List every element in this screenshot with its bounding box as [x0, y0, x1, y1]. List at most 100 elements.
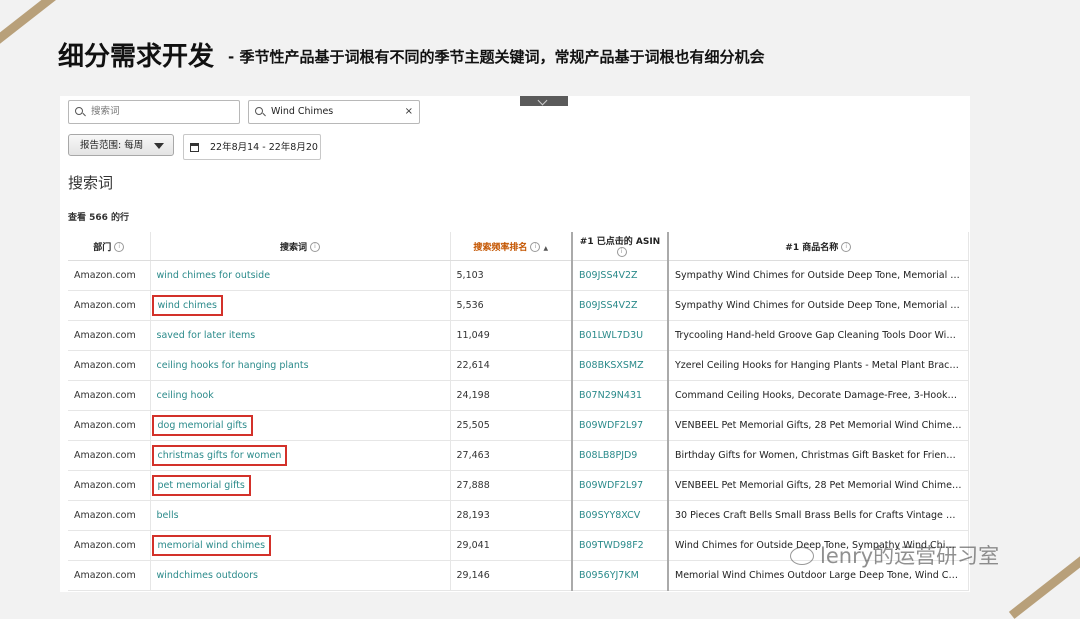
department-cell: Amazon.com: [68, 260, 151, 291]
report-range-label: 报告范围: 每周: [80, 140, 144, 151]
asin-link[interactable]: B07N29N431: [571, 380, 669, 411]
clear-icon[interactable]: ×: [405, 101, 413, 123]
report-range-dropdown[interactable]: 报告范围: 每周: [68, 134, 174, 156]
search-term-link[interactable]: christmas gifts for women: [150, 440, 451, 471]
asin-link[interactable]: B08LB8PJD9: [571, 440, 669, 471]
asin-link[interactable]: B09JSS4V2Z: [571, 290, 669, 321]
column-header-top-clicked-asin[interactable]: #1 已点击的 ASIN i: [571, 232, 669, 261]
column-header-search-term[interactable]: 搜索词 i: [150, 232, 451, 261]
search-term-link[interactable]: ceiling hooks for hanging plants: [150, 350, 451, 381]
search-term-link[interactable]: wind chimes: [150, 290, 451, 321]
table-row: Amazon.com dog memorial gifts 25,505 B09WDF…: [68, 410, 969, 441]
info-icon: i: [530, 242, 541, 252]
asin-link[interactable]: B09JSS4V2Z: [571, 260, 669, 291]
table-row: Amazon.com christmas gifts for women 27,46…: [68, 440, 969, 471]
department-cell: Amazon.com: [68, 530, 151, 561]
highlighted-search-term: memorial wind chimes: [151, 535, 272, 556]
search-term-link[interactable]: pet memorial gifts: [150, 470, 451, 501]
section-title: 搜索词: [68, 174, 114, 192]
department-cell: Amazon.com: [68, 290, 151, 321]
frequency-rank-cell: 29,146: [450, 560, 573, 591]
asin-link[interactable]: B09WDF2L97: [571, 410, 669, 441]
search-term-link[interactable]: windchimes outdoors: [150, 560, 451, 591]
asin-link[interactable]: B08BKSXSMZ: [571, 350, 669, 381]
column-header-search-frequency-rank[interactable]: 搜索频率排名 i ▲: [450, 232, 573, 261]
product-title-cell: Command Ceiling Hooks, Decorate Damage-F…: [668, 380, 969, 411]
department-cell: Amazon.com: [68, 560, 151, 591]
info-icon: i: [114, 242, 125, 252]
date-range-value: 22年8月14 - 22年8月20: [210, 142, 318, 153]
collapse-handle[interactable]: [520, 96, 568, 106]
table-header-row: 部门 i 搜索词 i 搜索频率排名 i ▲ #1 已点击的 ASIN i #1 商品名称…: [68, 232, 969, 261]
product-title-cell: VENBEEL Pet Memorial Gifts, 28 Pet Memor…: [668, 410, 969, 441]
frequency-rank-cell: 5,103: [450, 260, 573, 291]
info-icon: i: [841, 242, 852, 252]
highlighted-search-term: christmas gifts for women: [151, 445, 288, 466]
info-icon: i: [310, 242, 320, 252]
search-term-link[interactable]: wind chimes for outside: [150, 260, 451, 291]
frequency-rank-cell: 29,041: [450, 530, 573, 561]
search-term-link[interactable]: ceiling hook: [150, 380, 451, 411]
table-row: Amazon.com wind chimes for outside 5,103 B0…: [68, 260, 969, 291]
keyword-filter-input[interactable]: Wind Chimes ×: [248, 100, 420, 124]
department-cell: Amazon.com: [68, 440, 151, 471]
table-row: Amazon.com saved for later items 11,049 B01…: [68, 320, 969, 351]
product-title-cell: Sympathy Wind Chimes for Outside Deep To…: [668, 260, 969, 291]
frequency-rank-cell: 27,463: [450, 440, 573, 471]
department-cell: Amazon.com: [68, 500, 151, 531]
search-terms-table: 部门 i 搜索词 i 搜索频率排名 i ▲ #1 已点击的 ASIN i #1 商品名称…: [68, 232, 969, 591]
column-header-department[interactable]: 部门 i: [68, 232, 151, 261]
wechat-icon: [790, 547, 814, 565]
asin-link[interactable]: B01LWL7D3U: [571, 320, 669, 351]
highlighted-search-term: pet memorial gifts: [151, 475, 251, 496]
department-cell: Amazon.com: [68, 410, 151, 441]
department-cell: Amazon.com: [68, 320, 151, 351]
calendar-icon: [190, 143, 199, 152]
search-term-link[interactable]: memorial wind chimes: [150, 530, 451, 561]
product-title-cell: Birthday Gifts for Women, Christmas Gift…: [668, 440, 969, 471]
frequency-rank-cell: 22,614: [450, 350, 573, 381]
highlighted-search-term: wind chimes: [151, 295, 223, 316]
date-range-picker[interactable]: 22年8月14 - 22年8月20: [183, 134, 321, 160]
keyword-filter-value: Wind Chimes: [271, 106, 334, 117]
asin-link[interactable]: B09WDF2L97: [571, 470, 669, 501]
row-count: 查看 566 的行: [68, 213, 130, 223]
asin-link[interactable]: B09SYY8XCV: [571, 500, 669, 531]
search-term-input[interactable]: 搜索词: [68, 100, 240, 124]
department-cell: Amazon.com: [68, 380, 151, 411]
department-cell: Amazon.com: [68, 470, 151, 501]
frequency-rank-cell: 24,198: [450, 380, 573, 411]
asin-link[interactable]: B0956YJ7KM: [571, 560, 669, 591]
chevron-down-icon: [154, 143, 164, 149]
department-cell: Amazon.com: [68, 350, 151, 381]
frequency-rank-cell: 25,505: [450, 410, 573, 441]
table-row: Amazon.com wind chimes 5,536 B09JSS4V2Z Symp…: [68, 290, 969, 321]
search-term-link[interactable]: bells: [150, 500, 451, 531]
product-title-cell: VENBEEL Pet Memorial Gifts, 28 Pet Memor…: [668, 470, 969, 501]
frequency-rank-cell: 27,888: [450, 470, 573, 501]
search-icon: [255, 107, 263, 115]
frequency-rank-cell: 11,049: [450, 320, 573, 351]
column-header-top-product-title[interactable]: #1 商品名称 i: [668, 232, 969, 261]
search-placeholder: 搜索词: [91, 106, 120, 117]
highlighted-search-term: dog memorial gifts: [151, 415, 254, 436]
asin-link[interactable]: B09TWD98F2: [571, 530, 669, 561]
product-title-cell: 30 Pieces Craft Bells Small Brass Bells …: [668, 500, 969, 531]
search-icon: [75, 107, 83, 115]
sort-ascending-icon: ▲: [543, 244, 549, 252]
slide-subtitle: - 季节性产品基于词根有不同的季节主题关键词，常规产品基于词根也有细分机会: [228, 48, 765, 66]
slide-title: 细分需求开发: [58, 42, 215, 72]
table-row: Amazon.com ceiling hooks for hanging plan…: [68, 350, 969, 381]
frequency-rank-cell: 5,536: [450, 290, 573, 321]
frequency-rank-cell: 28,193: [450, 500, 573, 531]
search-term-link[interactable]: saved for later items: [150, 320, 451, 351]
table-row: Amazon.com ceiling hook 24,198 B07N29N431 Co…: [68, 380, 969, 411]
watermark: lenry的运营研习室: [790, 540, 999, 570]
search-term-link[interactable]: dog memorial gifts: [150, 410, 451, 441]
table-row: Amazon.com bells 28,193 B09SYY8XCV 30 Pieces…: [68, 500, 969, 531]
product-title-cell: Trycooling Hand-held Groove Gap Cleaning…: [668, 320, 969, 351]
screenshot-panel: 搜索词 Wind Chimes × 报告范围: 每周 22年8月14 - 22年…: [60, 96, 970, 592]
product-title-cell: Yzerel Ceiling Hooks for Hanging Plants …: [668, 350, 969, 381]
table-row: Amazon.com pet memorial gifts 27,888 B09WDF…: [68, 470, 969, 501]
info-icon: i: [616, 247, 627, 258]
